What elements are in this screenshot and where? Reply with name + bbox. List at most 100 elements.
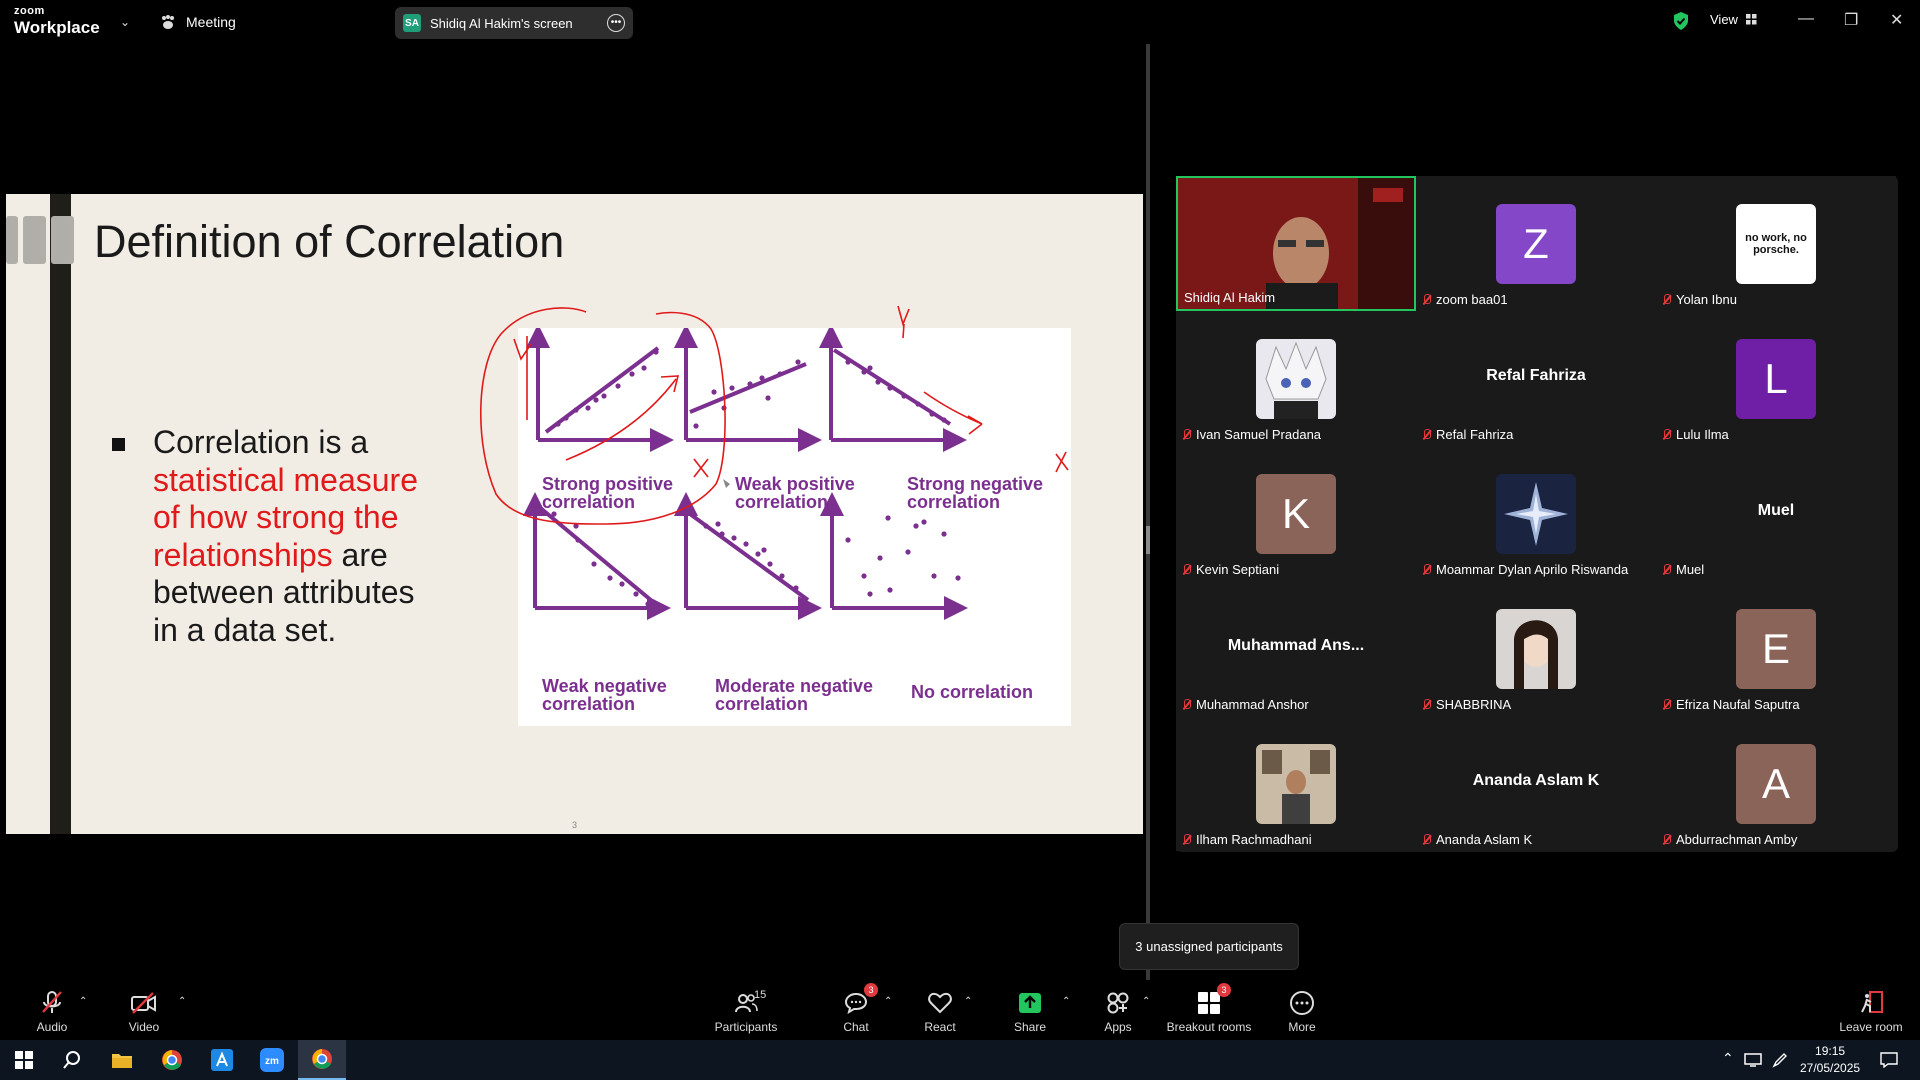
restore-icon[interactable]: ❐ [1844,10,1858,30]
shared-screen-pill[interactable]: SA Shidiq Al Hakim's screen ••• [395,7,633,39]
share-button[interactable]: Share [1010,980,1050,1040]
minimize-icon[interactable]: — [1798,10,1814,28]
participant-tile[interactable]: Ananda Aslam K Ananda Aslam K [1416,716,1656,851]
participant-tile[interactable]: Ilham Rachmadhani [1176,716,1416,851]
unassigned-participants-tooltip: 3 unassigned participants [1119,923,1299,970]
zoom-app-icon[interactable]: zm [248,1040,296,1080]
microphone-muted-icon [42,991,62,1013]
participant-name: Shidiq Al Hakim [1184,290,1276,305]
svg-text:zm: zm [265,1056,279,1067]
video-label: Video [128,1020,160,1034]
pen-cursor-icon [723,479,730,488]
leave-room-label: Leave room [1839,1020,1903,1034]
paw-icon [162,14,174,29]
mic-muted-icon [1662,563,1671,576]
heart-icon [928,992,952,1014]
grid-view-icon [1745,14,1757,25]
annotation-ink-layer [480,305,1069,525]
video-options-caret-icon[interactable]: ⌃ [178,996,186,1007]
apps-button[interactable]: Apps [1100,980,1136,1040]
clock-date: 27/05/2025 [1800,1061,1861,1075]
participant-name: Refal Fahriza [1422,427,1513,442]
mic-muted-icon [1662,428,1671,441]
windows-taskbar: zm ⌃ 19:15 27/05/2025 [0,1040,1920,1080]
participant-tile[interactable]: A Abdurrachman Amby [1656,716,1896,851]
participant-tile[interactable]: Refal Fahriza Refal Fahriza [1416,311,1656,446]
taskbar-clock[interactable]: 19:15 27/05/2025 [1800,1043,1860,1077]
audio-button[interactable]: Audio [30,980,74,1040]
participant-name: zoom baa01 [1422,292,1508,307]
mic-muted-icon [1422,698,1431,711]
share-screen-icon [1019,993,1041,1013]
tray-chevron-up-icon[interactable]: ⌃ [1722,1050,1734,1067]
participant-name: Efriza Naufal Saputra [1662,697,1800,712]
close-icon[interactable]: ✕ [1890,10,1903,30]
participant-name: Moammar Dylan Aprilo Riswanda [1422,562,1628,577]
audio-options-caret-icon[interactable]: ⌃ [79,996,87,1007]
more-label: More [1288,1020,1316,1034]
leave-room-icon [1861,991,1883,1013]
leave-room-button[interactable]: Leave room [1836,980,1906,1040]
participant-tile[interactable]: no work, no porsche. Yolan Ibnu [1656,176,1896,311]
app-store-icon[interactable] [198,1040,246,1080]
avatar: E [1736,609,1816,689]
participant-display-name: Refal Fahriza [1486,367,1586,384]
more-button[interactable]: More [1282,980,1322,1040]
chat-label: Chat [843,1020,869,1034]
react-button[interactable]: React [920,980,960,1040]
share-options-caret-icon[interactable]: ⌃ [1062,996,1070,1007]
meeting-menu-button[interactable]: Meeting [160,12,236,32]
participant-name: Kevin Septiani [1182,562,1279,577]
divider-drag-handle[interactable] [1146,526,1150,554]
network-icon[interactable] [1744,1053,1762,1067]
title-bar: zoom Workplace ⌄ Meeting SA Shidiq Al Ha… [0,0,1920,44]
mic-muted-icon [1662,833,1671,846]
react-options-caret-icon[interactable]: ⌃ [964,996,972,1007]
chrome-icon[interactable] [148,1040,196,1080]
participant-tile[interactable]: K Kevin Septiani [1176,446,1416,581]
shared-screen-title: Shidiq Al Hakim's screen [430,15,573,31]
pen-tray-icon[interactable] [1772,1052,1788,1068]
breakout-rooms-icon [1198,992,1220,1014]
participant-tile[interactable]: Ivan Samuel Pradana [1176,311,1416,446]
windows-start-icon[interactable] [0,1040,48,1080]
participant-tile[interactable]: Moammar Dylan Aprilo Riswanda [1416,446,1656,581]
apps-options-caret-icon[interactable]: ⌃ [1142,996,1150,1007]
notifications-icon[interactable] [1880,1052,1898,1068]
breakout-rooms-button[interactable]: 3 Breakout rooms [1166,980,1252,1040]
participant-name: Muhammad Anshor [1182,697,1309,712]
search-icon[interactable] [48,1040,96,1080]
participant-tile[interactable]: Muel Muel [1656,446,1896,581]
zoom-workplace-logo[interactable]: zoom Workplace [14,6,100,37]
mic-muted-icon [1422,293,1431,306]
participant-name: Yolan Ibnu [1662,292,1737,307]
file-explorer-icon[interactable] [98,1040,146,1080]
participant-tile[interactable]: E Efriza Naufal Saputra [1656,581,1896,716]
sharer-initials-badge: SA [403,14,421,32]
participant-tile[interactable]: L Lulu Ilma [1656,311,1896,446]
chat-options-caret-icon[interactable]: ⌃ [884,996,892,1007]
avatar-image [1256,744,1336,824]
share-label: Share [1013,1020,1047,1034]
participant-name: Abdurrachman Amby [1662,832,1797,847]
participant-tile-video[interactable]: Shidiq Al Hakim [1176,176,1416,311]
chat-button[interactable]: 3 Chat [836,980,878,1040]
participants-button[interactable]: 15 Participants [710,980,782,1040]
avatar: A [1736,744,1816,824]
view-menu-button[interactable]: View [1710,12,1757,27]
presentation-slide: Definition of Correlation Correlation is… [6,194,1143,834]
encryption-shield-icon[interactable] [1672,11,1690,31]
chevron-down-icon[interactable]: ⌄ [120,15,130,29]
mic-muted-icon [1182,563,1191,576]
participant-name: Lulu Ilma [1662,427,1729,442]
chrome-active-icon[interactable] [298,1040,346,1080]
participant-tile[interactable]: SHABBRINA [1416,581,1656,716]
participant-display-name: Muel [1757,502,1795,519]
video-off-icon [131,992,156,1014]
split-view-divider[interactable] [1146,44,1150,980]
participant-tile[interactable]: Z zoom baa01 [1416,176,1656,311]
participant-tile[interactable]: Muhammad Ans... Muhammad Anshor [1176,581,1416,716]
video-button[interactable]: Video [122,980,166,1040]
view-label: View [1710,12,1738,27]
more-options-icon[interactable]: ••• [607,14,625,32]
